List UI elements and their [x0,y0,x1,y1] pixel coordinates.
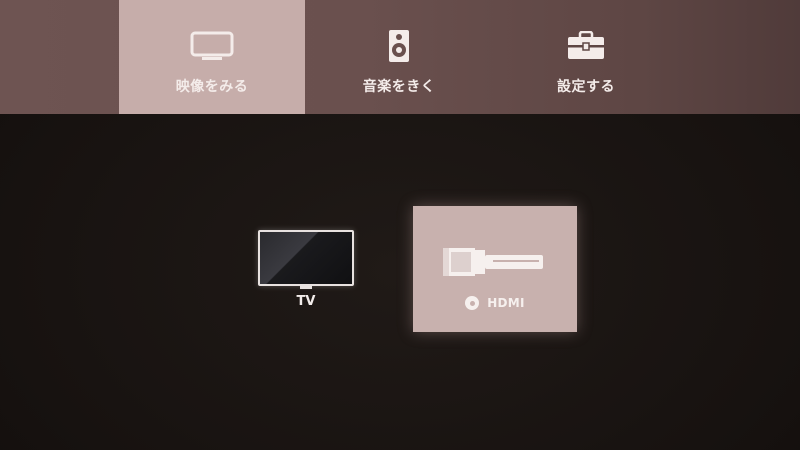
selected-radio-icon [465,296,480,310]
menu-item-settings[interactable]: 設定する [493,0,679,114]
hdmi-label-row: HDMI [413,296,577,310]
tv-icon [190,30,234,62]
menu-item-label: 音楽をきく [362,79,436,95]
toolbox-icon [567,30,605,62]
input-tile-label: HDMI [487,296,525,310]
input-tile-tv[interactable]: TV [258,230,354,312]
menu-item-listen-music[interactable]: 音楽をきく [306,0,492,114]
menu-item-watch-video[interactable]: 映像をみる [119,0,305,114]
menu-item-label: 設定する [557,79,615,95]
tv-stand-icon [300,286,312,289]
menu-item-label: 映像をみる [175,79,249,95]
input-tile-label: TV [296,294,316,309]
speaker-icon [388,30,410,62]
tv-home-screen: 映像をみる 音楽をきく 設定する TV HDMI [0,0,800,450]
hdmi-plug-icon [441,244,545,284]
input-tile-hdmi[interactable]: HDMI [413,206,577,332]
tv-screen-icon [258,230,354,286]
top-menu-bar: 映像をみる 音楽をきく 設定する [0,0,800,114]
